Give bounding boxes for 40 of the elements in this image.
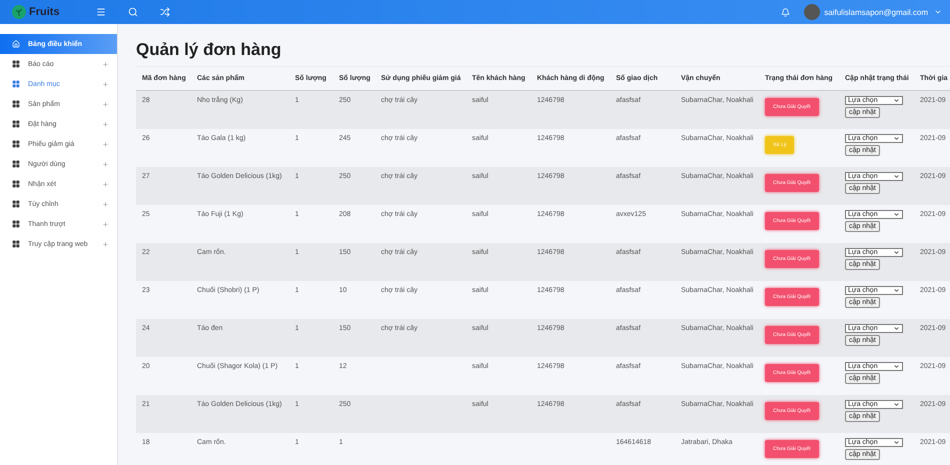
chevron-down-icon bbox=[893, 439, 900, 446]
bell-icon[interactable] bbox=[781, 8, 790, 16]
chevron-down-icon bbox=[893, 363, 900, 370]
leaf-logo-icon bbox=[12, 5, 26, 19]
plus-icon[interactable] bbox=[102, 80, 109, 88]
grid-icon bbox=[12, 100, 20, 108]
plus-icon[interactable] bbox=[102, 180, 109, 188]
search-icon[interactable] bbox=[128, 7, 138, 17]
chevron-down-icon bbox=[893, 211, 900, 218]
grid-icon bbox=[12, 220, 20, 228]
chevron-down-icon[interactable] bbox=[934, 8, 942, 16]
plus-icon[interactable] bbox=[102, 220, 109, 228]
home-icon bbox=[12, 40, 20, 48]
menu-icon[interactable] bbox=[96, 7, 106, 17]
grid-icon bbox=[12, 140, 20, 148]
plus-icon[interactable] bbox=[102, 240, 109, 248]
grid-icon bbox=[12, 160, 20, 168]
chevron-down-icon bbox=[893, 401, 900, 408]
chevron-down-icon bbox=[893, 173, 900, 180]
chevron-down-icon bbox=[893, 135, 900, 142]
grid-icon bbox=[12, 200, 20, 208]
chevron-down-icon bbox=[893, 249, 900, 256]
grid-icon bbox=[12, 120, 20, 128]
logo-text: Fruits bbox=[29, 6, 60, 18]
grid-icon bbox=[12, 180, 20, 188]
chevron-down-icon bbox=[893, 287, 900, 294]
shuffle-icon[interactable] bbox=[160, 7, 170, 17]
grid-icon bbox=[12, 60, 20, 68]
plus-icon[interactable] bbox=[102, 60, 109, 68]
grid-icon bbox=[12, 240, 20, 248]
plus-icon[interactable] bbox=[102, 140, 109, 148]
chevron-down-icon bbox=[893, 325, 900, 332]
grid-icon bbox=[12, 80, 20, 88]
avatar[interactable] bbox=[804, 4, 820, 20]
plus-icon[interactable] bbox=[102, 100, 109, 108]
page-title: Quản lý đơn hàng bbox=[136, 40, 282, 60]
chevron-down-icon bbox=[893, 97, 900, 104]
plus-icon[interactable] bbox=[102, 200, 109, 208]
plus-icon[interactable] bbox=[102, 160, 109, 168]
plus-icon[interactable] bbox=[102, 120, 109, 128]
